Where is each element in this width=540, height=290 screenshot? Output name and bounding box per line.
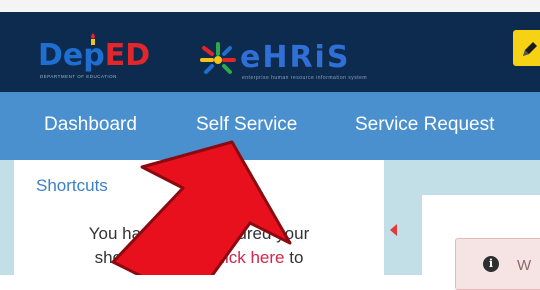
- annotation-arrow-icon: [111, 140, 292, 275]
